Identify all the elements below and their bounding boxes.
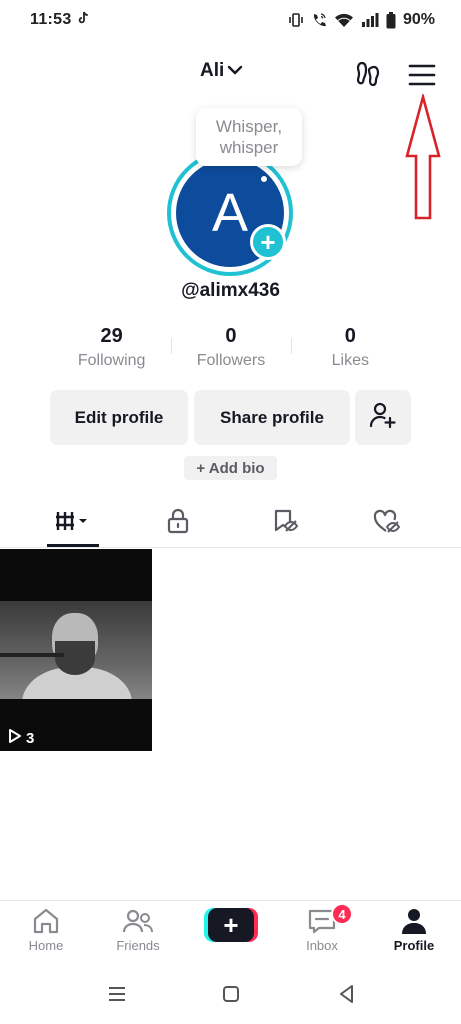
profile-header: Ali <box>0 52 461 96</box>
nav-home[interactable]: Home <box>6 907 86 963</box>
stat-likes-value: 0 <box>344 325 356 347</box>
wifi-icon <box>334 12 354 28</box>
whisper-line-2: whisper <box>219 138 279 157</box>
nav-profile-label: Profile <box>393 938 435 953</box>
stat-followers[interactable]: 0 Followers <box>171 324 290 376</box>
video-thumbnail[interactable] <box>0 549 152 751</box>
create-button[interactable]: + <box>204 908 258 942</box>
annotation-arrow-up <box>404 92 442 224</box>
profile-icon <box>374 907 454 935</box>
home-icon <box>6 907 86 935</box>
add-bio-button[interactable]: + Add bio <box>184 456 277 480</box>
battery-percent: 90% <box>402 11 435 28</box>
profile-tabs <box>0 498 461 548</box>
plus-icon: + <box>208 908 254 942</box>
liked-hidden-icon <box>373 508 403 539</box>
play-icon <box>8 728 22 748</box>
profile-stats: 29 Following 0 Followers 0 Likes <box>52 324 410 376</box>
friends-icon <box>98 907 178 935</box>
wifi-call-icon <box>311 12 327 28</box>
battery-icon <box>386 11 396 29</box>
account-switcher[interactable]: Ali <box>200 60 243 82</box>
menu-button[interactable] <box>406 60 438 90</box>
chevron-down-icon <box>227 60 243 82</box>
bottom-navigation: Home Friends + 4 Inbox Profile <box>0 900 461 964</box>
stat-following-label: Following <box>77 352 146 369</box>
nav-friends-label: Friends <box>116 938 160 953</box>
stat-likes-label: Likes <box>331 352 369 369</box>
footprints-button[interactable] <box>352 58 384 90</box>
nav-home-label: Home <box>28 938 64 953</box>
stat-followers-label: Followers <box>196 352 266 369</box>
back-icon[interactable] <box>334 982 360 1006</box>
nav-friends[interactable]: Friends <box>98 907 178 963</box>
tab-private[interactable] <box>133 498 223 548</box>
favorites-hidden-icon <box>271 508 299 539</box>
signal-icon <box>361 12 379 28</box>
whisper-line-1: Whisper, <box>215 117 283 136</box>
status-time: 11:53 <box>30 11 72 28</box>
hamburger-menu-icon <box>406 64 438 94</box>
add-friend-button[interactable] <box>355 390 411 445</box>
stat-following[interactable]: 29 Following <box>52 324 171 376</box>
bubble-tail-dot <box>261 176 267 182</box>
videos-grid-icon <box>53 509 93 538</box>
add-avatar-plus-icon[interactable]: + <box>250 224 286 260</box>
inbox-badge: 4 <box>331 903 353 925</box>
status-bar: 11:53 90% <box>0 0 461 40</box>
lock-icon <box>166 508 190 539</box>
stat-likes[interactable]: 0 Likes <box>290 324 410 376</box>
tab-liked[interactable] <box>343 498 433 548</box>
tab-favorites[interactable] <box>240 498 330 548</box>
vibrate-icon <box>288 12 304 28</box>
video-view-count: 3 <box>8 728 34 748</box>
footprints-icon <box>352 61 384 94</box>
stat-following-value: 29 <box>100 325 123 347</box>
tiktok-notification-icon <box>78 11 90 30</box>
header-username: Ali <box>200 60 225 81</box>
profile-avatar[interactable]: A + <box>167 150 293 276</box>
nav-inbox-label: Inbox <box>306 938 338 953</box>
nav-profile[interactable]: Profile <box>374 907 454 963</box>
add-user-icon <box>368 400 398 435</box>
tab-videos[interactable] <box>28 498 118 548</box>
stat-followers-value: 0 <box>225 325 237 347</box>
home-icon[interactable] <box>218 982 244 1006</box>
nav-inbox[interactable]: 4 Inbox <box>282 903 362 963</box>
whisper-bubble[interactable]: Whisper, whisper <box>196 108 302 166</box>
share-profile-button[interactable]: Share profile <box>194 390 350 445</box>
system-navigation-bar <box>0 964 461 1024</box>
recents-icon[interactable] <box>104 982 130 1006</box>
active-tab-indicator <box>47 544 99 547</box>
edit-profile-button[interactable]: Edit profile <box>50 390 188 445</box>
profile-handle: @alimx436 <box>181 280 280 301</box>
view-count-value: 3 <box>26 729 35 747</box>
